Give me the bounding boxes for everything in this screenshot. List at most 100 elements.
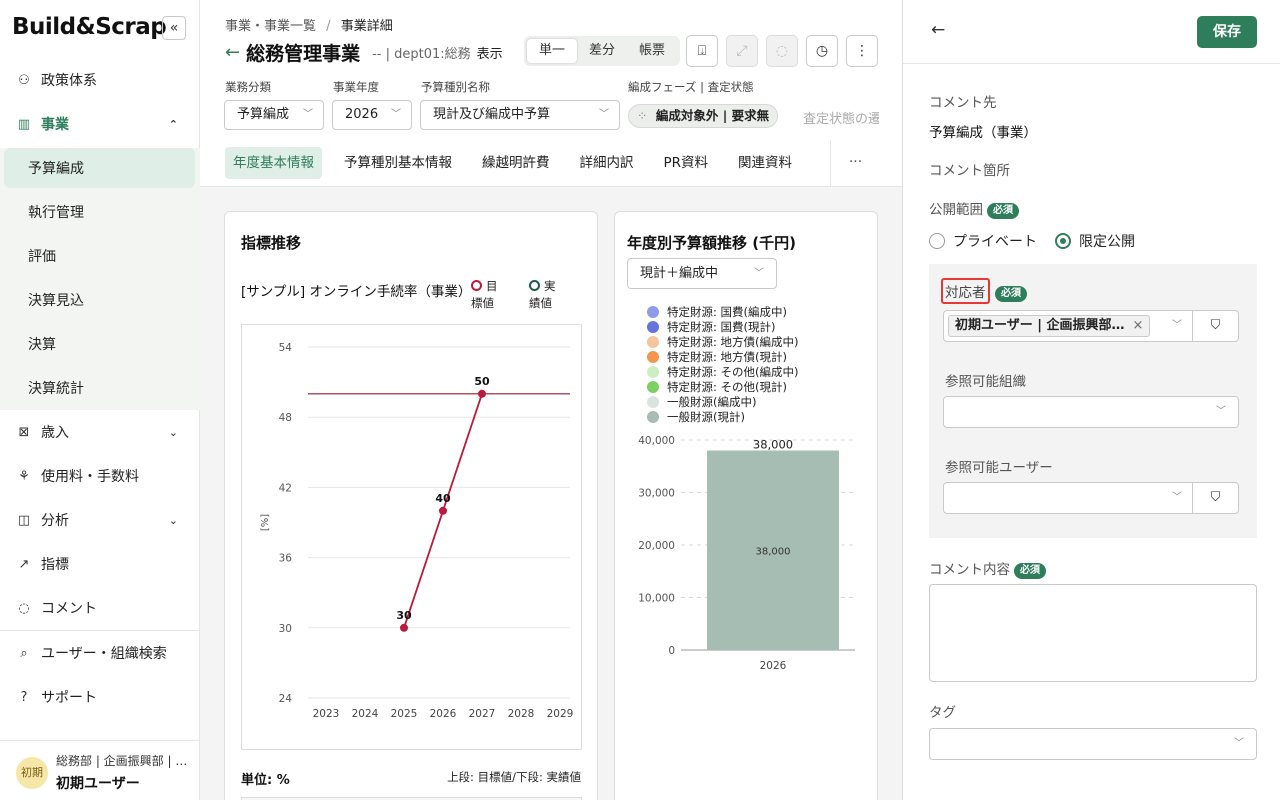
sidebar-item-fees[interactable]: ⚘ 使用料・手数料	[0, 454, 200, 498]
sidebar-item-indicators[interactable]: ↗ 指標	[0, 542, 200, 586]
private-label[interactable]: プライベート	[953, 231, 1037, 251]
target-data-point	[478, 389, 486, 398]
content-label: コメント内容 必須	[929, 558, 1046, 579]
hierarchy-icon: ⚇	[18, 72, 30, 88]
budget-legend-item[interactable]: 一般財源(現計)	[647, 410, 799, 425]
unit-note: 上段: 目標値/下段: 実績値	[447, 770, 581, 784]
show-label[interactable]: 表示	[477, 43, 503, 62]
phase-label: 編成フェーズ | 査定状態	[628, 80, 754, 94]
budget-legend-item[interactable]: 特定財源: 国費(現計)	[647, 320, 799, 335]
legend-label: 特定財源: 国費(現計)	[667, 320, 776, 334]
y-tick-label: 48	[279, 412, 292, 424]
assignee-select[interactable]: 初期ユーザー | 企画振興部… × ﹀ ⛉	[943, 310, 1239, 342]
budget-legend-item[interactable]: 特定財源: その他(編成中)	[647, 365, 799, 380]
category-value: 予算編成	[237, 107, 290, 122]
tab-annual-basic[interactable]: 年度基本情報	[225, 147, 322, 179]
tab-details[interactable]: 詳細内訳	[572, 147, 642, 179]
sidebar-item-label: 歳入	[41, 425, 69, 441]
tab-budget-type-basic[interactable]: 予算種別基本情報	[336, 147, 460, 179]
y-tick-label: 0	[668, 645, 675, 657]
sidebar-item-label: コメント	[41, 601, 97, 617]
history-icon: ◷	[815, 43, 829, 59]
ref-user-select[interactable]: ﹀ ⛉	[943, 482, 1239, 514]
tag-select[interactable]: ﹀	[929, 728, 1257, 760]
required-badge: 必須	[987, 203, 1019, 219]
tag-label: タグ	[929, 705, 956, 721]
main-content: 事業・事業一覧 / 事業詳細 ← 総務管理事業 -- | dept01:総務 表…	[200, 0, 902, 800]
sidebar-item-search[interactable]: ⌕ ユーザー・組織検索	[0, 631, 200, 675]
y-tick-label: 36	[279, 553, 293, 565]
ref-user-filter-button[interactable]: ⛉	[1192, 483, 1238, 513]
sidebar-item-projects[interactable]: ▥ 事業 ⌃	[0, 102, 200, 146]
tab-related-materials[interactable]: 関連資料	[730, 147, 800, 179]
actual-ring-icon	[529, 280, 540, 291]
sidebar-item-analysis[interactable]: ◫ 分析 ⌄	[0, 498, 200, 542]
comment-to-label: コメント先	[929, 95, 997, 111]
unit-label: 単位: %	[241, 773, 290, 788]
sidebar-item-revenue[interactable]: ⊠ 歳入 ⌄	[0, 410, 200, 454]
budget-legend-item[interactable]: 特定財源: 地方債(現計)	[647, 350, 799, 365]
budget-scope-select[interactable]: 現計＋編成中 ﹀	[627, 258, 777, 289]
tab-pr-materials[interactable]: PR資料	[656, 147, 717, 179]
sidebar-subitem-evaluation[interactable]: 評価	[0, 234, 200, 278]
budget-type-select[interactable]: 現計及び編成中予算 ﹀	[420, 100, 620, 130]
budget-legend-item[interactable]: 特定財源: 地方債(編成中)	[647, 335, 799, 350]
chevron-down-icon: ﹀	[754, 268, 764, 279]
tab-carryover[interactable]: 繰越明許費	[474, 147, 558, 179]
category-select[interactable]: 予算編成 ﹀	[224, 100, 324, 130]
comment-content-input[interactable]	[929, 584, 1257, 682]
sidebar-item-policy[interactable]: ⚇ 政策体系	[0, 58, 200, 102]
y-tick-label: 30	[279, 623, 292, 635]
assignee-filter-button[interactable]: ⛉	[1192, 311, 1238, 341]
back-arrow-icon[interactable]: ←	[931, 20, 945, 40]
breadcrumb-parent-link[interactable]: 事業・事業一覧	[225, 19, 316, 34]
budget-legend-item[interactable]: 特定財源: 国費(編成中)	[647, 305, 799, 320]
history-button[interactable]: ◷	[806, 35, 838, 67]
view-mode-single[interactable]: 単一	[527, 39, 578, 63]
budget-legend-item[interactable]: 一般財源(編成中)	[647, 395, 799, 410]
budget-legend-item[interactable]: 特定財源: その他(現計)	[647, 380, 799, 395]
revenue-icon: ⊠	[18, 424, 30, 440]
more-button[interactable]: ⋮	[846, 35, 878, 67]
save-button[interactable]: 保存	[1197, 16, 1257, 48]
view-mode-diff[interactable]: 差分	[577, 39, 627, 63]
view-mode-report[interactable]: 帳票	[627, 39, 677, 63]
y-tick-label: 30,000	[638, 488, 675, 500]
limited-label[interactable]: 限定公開	[1079, 231, 1135, 251]
trend-button[interactable]: ⤢	[726, 35, 758, 67]
private-radio[interactable]	[929, 233, 945, 249]
sidebar-item-support[interactable]: ? サポート	[0, 675, 200, 719]
assessment-transition-link[interactable]: 査定状態の遷	[803, 108, 879, 127]
y-tick-label: 24	[279, 693, 293, 705]
sidebar-subitem-execution[interactable]: 執行管理	[0, 190, 200, 234]
year-select[interactable]: 2026 ﹀	[332, 100, 412, 130]
chevron-down-icon: ﹀	[391, 109, 401, 120]
scope-settings: 対応者 必須 初期ユーザー | 企画振興部… × ﹀ ⛉ 参照可能組織 ﹀ 参照可…	[929, 264, 1257, 538]
sidebar-subitem-settlement[interactable]: 決算	[0, 322, 200, 366]
sidebar: Build&Scrap « ⚇ 政策体系 ▥ 事業 ⌃ 予算編成 執行管理 評価…	[0, 0, 200, 800]
user-name: 初期ユーザー	[56, 776, 140, 792]
sidebar-item-comments[interactable]: ◌ コメント	[0, 586, 200, 630]
breadcrumb: 事業・事業一覧 / 事業詳細	[225, 15, 393, 34]
sidebar-subitem-budget[interactable]: 予算編成	[4, 148, 195, 188]
help-icon: ?	[20, 689, 28, 705]
limited-radio[interactable]	[1055, 233, 1071, 249]
comment-button[interactable]: ◌	[766, 35, 798, 67]
phase-status-text: 編成対象外 | 要求無	[655, 108, 770, 123]
sidebar-item-label: 指標	[41, 557, 69, 573]
chip-remove-icon[interactable]: ×	[1133, 318, 1144, 333]
user-menu[interactable]: 初期 総務部 | 企画振興部 | … 初期ユーザー	[0, 740, 200, 800]
chevron-down-icon: ﹀	[1172, 492, 1182, 503]
collapse-sidebar-button[interactable]: «	[162, 16, 186, 40]
detail-tabs: 年度基本情報 予算種別基本情報 繰越明許費 詳細内訳 PR資料 関連資料	[225, 146, 814, 180]
chevron-down-icon: ﹀	[599, 109, 609, 120]
export-button[interactable]: ⍗	[686, 35, 718, 67]
ref-org-select[interactable]: ﹀	[943, 396, 1239, 428]
tab-more-button[interactable]: ···	[830, 140, 880, 186]
chevron-down-icon: ﹀	[1172, 320, 1182, 331]
filter-icon: ⛉	[1210, 490, 1221, 505]
sidebar-subitem-forecast[interactable]: 決算見込	[0, 278, 200, 322]
assignee-label: 対応者	[941, 278, 990, 304]
sidebar-subitem-statistics[interactable]: 決算統計	[0, 366, 200, 410]
back-arrow-icon[interactable]: ←	[225, 42, 240, 63]
